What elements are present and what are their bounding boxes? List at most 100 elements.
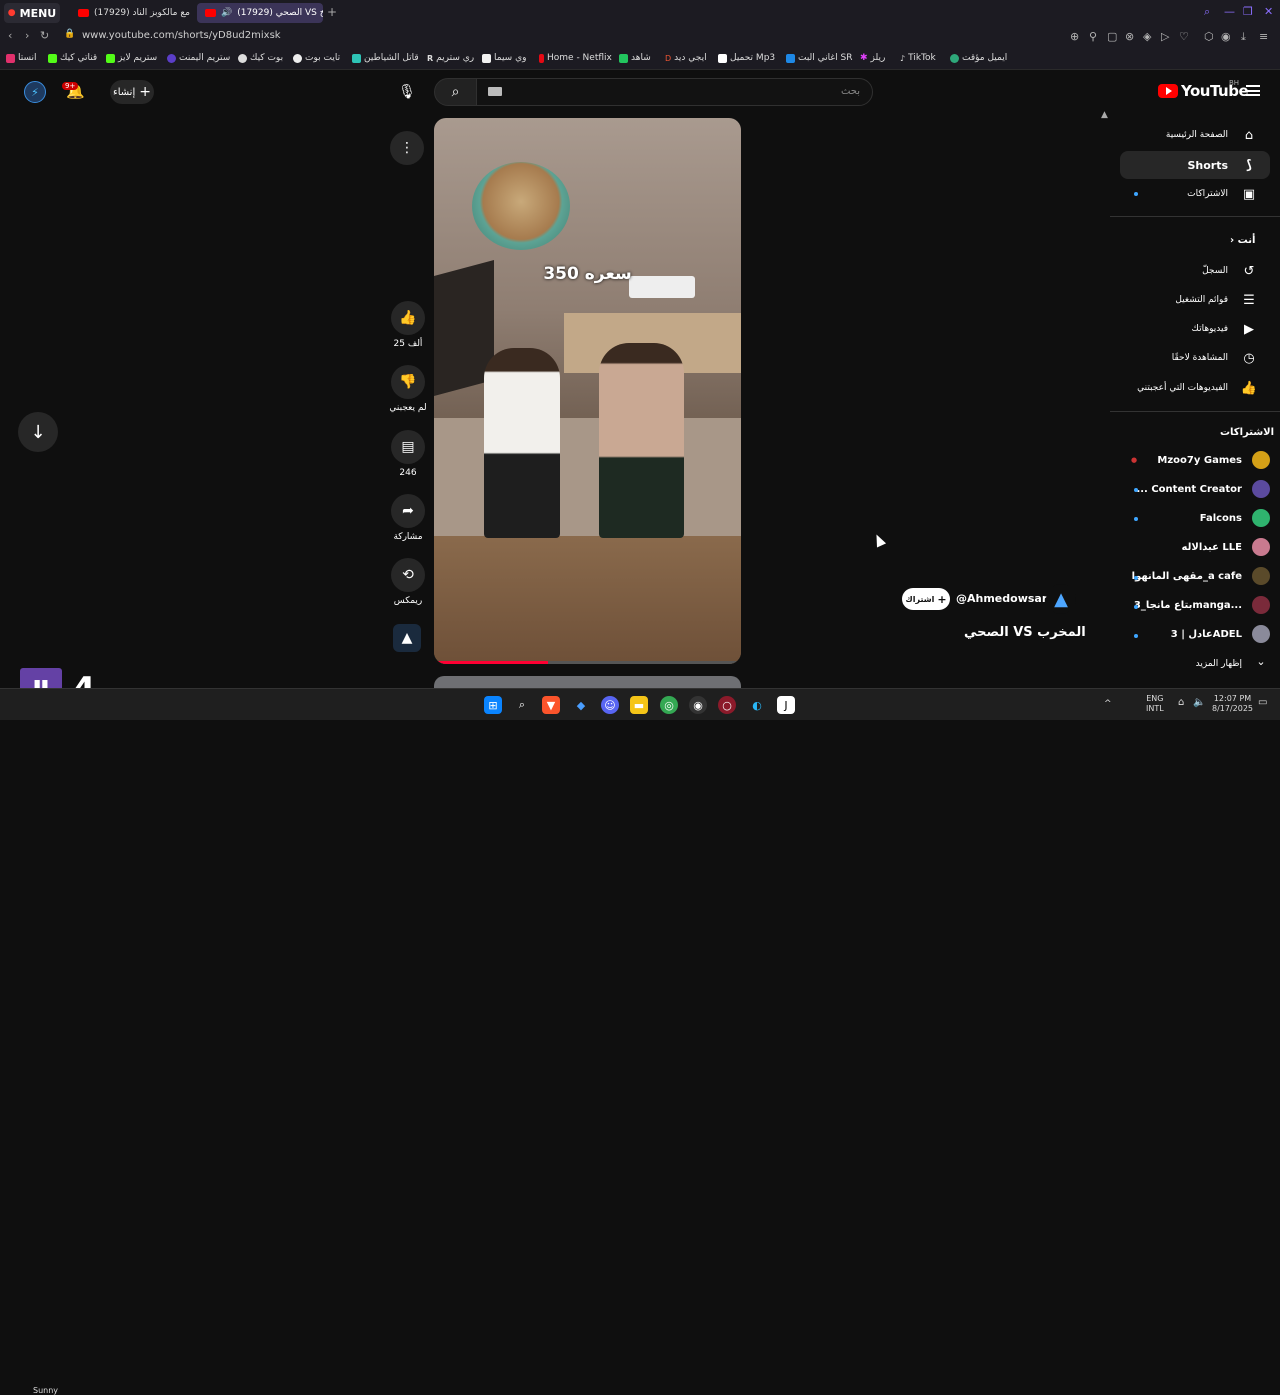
sidebar-you-heading[interactable]: › أنت — [1230, 235, 1255, 246]
bookmark-item[interactable]: Home - Netflix — [539, 53, 612, 63]
network-icon[interactable]: ⌂ — [1178, 698, 1184, 708]
tray-chevron-up-icon[interactable]: ^ — [1104, 699, 1112, 709]
forward-icon[interactable]: › — [25, 29, 29, 42]
search-icon[interactable]: ⌕ — [513, 696, 531, 714]
url-input[interactable]: www.youtube.com/shorts/yD8ud2mixsk — [82, 30, 281, 41]
browser-tab[interactable]: (17929) مافيا مع مالكوبز الناد — [70, 3, 192, 23]
maximize-icon[interactable]: ❐ — [1243, 5, 1253, 18]
subscription-channel[interactable]: مقهى المانهوا_a cafe — [1130, 563, 1270, 589]
back-icon[interactable]: ‹ — [8, 29, 12, 42]
bookmark-item[interactable]: قناتي كيك — [48, 53, 97, 63]
sidebar-item-history[interactable]: السجلّ ↺ — [1120, 257, 1270, 285]
sidebar-item-liked-videos[interactable]: الفيديوهات التي أعجبتني 👍 — [1120, 374, 1270, 402]
file-explorer-icon[interactable]: ▬ — [630, 696, 648, 714]
bookmark-item[interactable]: بوت كيك — [238, 53, 283, 63]
new-tab-icon[interactable]: + — [327, 5, 337, 19]
obs-icon[interactable]: ◉ — [689, 696, 707, 714]
search-tabs-icon[interactable]: ⌕ — [1204, 5, 1210, 19]
comments-button[interactable]: ▤ — [391, 430, 425, 464]
browser-tab-active[interactable]: 🔊 (17929) الصحي VS المخ — [197, 3, 323, 23]
bookmark-item[interactable]: انستا — [6, 53, 37, 63]
reload-icon[interactable]: ↻ — [40, 29, 49, 42]
bookmark-item[interactable]: ✱ ريلز — [860, 53, 885, 63]
person-right — [599, 343, 684, 538]
channel-handle[interactable]: @Ahmedowsari — [956, 592, 1051, 605]
edge-icon[interactable]: ◐ — [748, 696, 766, 714]
bookmark-item[interactable]: تحميل Mp3 — [718, 53, 775, 63]
bookmark-item[interactable]: ♪ TikTok — [900, 53, 936, 63]
bookmark-item[interactable]: اغاني البت SR — [786, 53, 852, 63]
share-action: ➦ مشاركة — [390, 494, 426, 542]
brave-icon[interactable]: ▼ — [542, 696, 560, 714]
download-icon[interactable]: ⤓ — [1241, 30, 1246, 44]
snapshot-icon[interactable]: ▢ — [1107, 30, 1117, 43]
subscription-channel[interactable]: ... Content Creator — [1130, 476, 1270, 502]
menu-hamburger-icon[interactable] — [1246, 85, 1260, 96]
sidebar-item-playlists[interactable]: قوائم التشغيل ☰ — [1120, 286, 1270, 314]
bookmark-item[interactable]: وي سيما — [482, 53, 526, 63]
comment-icon: ▤ — [401, 439, 415, 455]
bookmark-item[interactable]: D ايجي ديد — [665, 53, 707, 63]
discord-icon[interactable]: ☺ — [601, 696, 619, 714]
subscribe-button[interactable]: اشتراك + — [902, 588, 950, 610]
short-video-player[interactable]: 350 سعره — [434, 118, 741, 664]
show-more-button[interactable]: إظهار المزيد ⌄ — [1130, 651, 1270, 677]
bookmark-item[interactable]: قاتل الشياطين — [352, 53, 419, 63]
bookmark-item[interactable]: R ري ستريم — [427, 53, 474, 63]
heart-icon[interactable]: ♡ — [1179, 30, 1189, 43]
profile-icon[interactable]: ◉ — [1221, 30, 1231, 43]
bookmark-item[interactable]: تايت بوت — [293, 53, 340, 63]
extensions-icon[interactable]: ⬡ — [1204, 30, 1214, 43]
subscription-channel[interactable]: عبدالاله LLE — [1130, 534, 1270, 560]
create-button[interactable]: إنشاء + — [110, 80, 154, 104]
subscription-channel[interactable]: Mzoo7y Games — [1130, 447, 1270, 473]
app-icon[interactable]: ◆ — [572, 696, 590, 714]
channel-avatar[interactable]: ▲ — [1046, 584, 1076, 614]
browser-menu-button[interactable]: ● MENU — [4, 3, 60, 23]
easy-setup-icon[interactable]: ≡ — [1259, 30, 1268, 43]
bookmark-item[interactable]: ستريم اليمنت — [167, 53, 230, 63]
account-avatar[interactable]: ⚡ — [24, 81, 46, 103]
bookmark-item[interactable]: شاهد — [619, 53, 651, 63]
notification-center-icon[interactable]: ▭ — [1258, 698, 1267, 708]
keyboard-icon[interactable] — [488, 87, 502, 96]
like-button[interactable]: 👍 — [391, 301, 425, 335]
dislike-button[interactable]: 👎 — [391, 365, 425, 399]
short-title[interactable]: الصحي VS المخرب — [964, 625, 1086, 640]
minimize-icon[interactable]: — — [1224, 5, 1235, 18]
player-icon[interactable]: ▷ — [1161, 30, 1169, 43]
sidebar-item-home[interactable]: الصفحة الرئيسية ⌂ — [1120, 121, 1270, 149]
close-icon[interactable]: ✕ — [1264, 5, 1273, 18]
chrome-icon[interactable]: ◎ — [660, 696, 678, 714]
sidebar-item-shorts[interactable]: Shorts ⟆ — [1120, 151, 1270, 179]
bookmark-item[interactable]: ستريم لايز — [106, 53, 157, 63]
channel-thumbnail-icon[interactable]: ▲ — [393, 624, 421, 652]
search-button[interactable]: ⌕ — [434, 78, 477, 106]
share-button[interactable]: ➦ — [391, 494, 425, 528]
bookmark-item[interactable]: ايميل مؤقت — [950, 53, 1007, 63]
capcut-icon[interactable]: J — [777, 696, 795, 714]
clock[interactable]: 12:07 PM 8/17/2025 — [1212, 694, 1253, 714]
sidebar-item-watch-later[interactable]: المشاهدة لاحقًا ◷ — [1120, 344, 1270, 372]
windows-start-icon[interactable]: ⊞ — [484, 696, 502, 714]
weather-text[interactable]: Sunny — [33, 1386, 58, 1395]
subscription-channel[interactable]: بتاع مانجا_3manga... — [1130, 592, 1270, 618]
sidebar-item-your-videos[interactable]: فيديوهاتك ▶ — [1120, 315, 1270, 343]
video-progress-bar[interactable] — [434, 661, 741, 664]
subscription-channel[interactable]: عادل | 3ADEL — [1130, 621, 1270, 647]
more-options-button[interactable]: ⋮ — [390, 131, 424, 165]
sidebar-item-subscriptions[interactable]: الاشتراكات ▣ — [1120, 180, 1270, 208]
search-input[interactable]: بحث — [476, 78, 873, 106]
scroll-up-icon[interactable]: ▲ — [1101, 110, 1108, 120]
next-short-button[interactable]: ↓ — [18, 412, 58, 452]
language-indicator[interactable]: ENG INTL — [1146, 694, 1164, 714]
voice-search-button[interactable]: 🎙 — [395, 80, 419, 104]
wallet-icon[interactable]: ◈ — [1143, 30, 1151, 43]
volume-icon[interactable]: 🔈 — [1193, 698, 1205, 708]
shield-icon[interactable]: ⊗ — [1125, 30, 1134, 43]
opera-icon[interactable]: ○ — [718, 696, 736, 714]
remix-button[interactable]: ⟲ — [391, 558, 425, 592]
subscription-channel[interactable]: Falcons — [1130, 505, 1270, 531]
pin-icon[interactable]: ⚲ — [1089, 30, 1097, 43]
zoom-icon[interactable]: ⊕ — [1070, 30, 1079, 43]
